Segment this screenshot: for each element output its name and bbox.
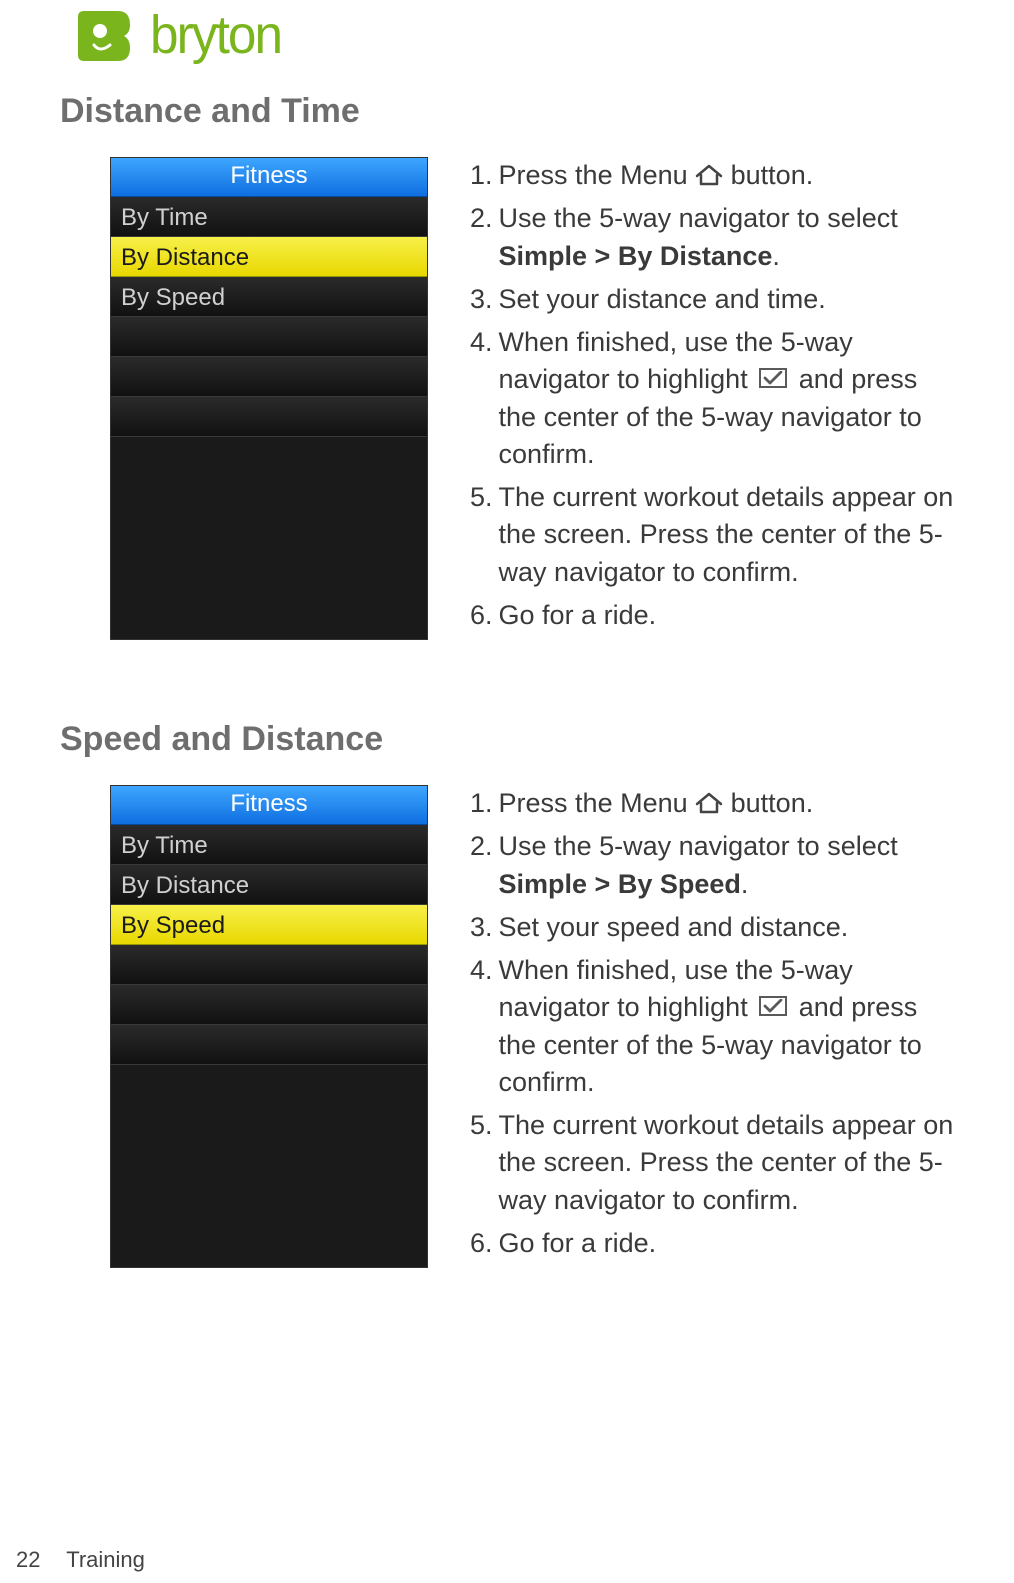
step-text: The current workout details appear on th…	[499, 479, 954, 591]
text-fragment: .	[741, 869, 749, 899]
device-row-by-speed: By Speed	[111, 277, 427, 317]
device-row-empty	[111, 397, 427, 437]
text-fragment: .	[772, 241, 780, 271]
step-text: When finished, use the 5-way navigator t…	[499, 952, 954, 1101]
step-number: 4.	[470, 324, 499, 473]
step-text: Press the Menu button.	[499, 785, 954, 822]
device-row-by-time: By Time	[111, 825, 427, 865]
device-row-empty	[111, 317, 427, 357]
brand-header: bryton	[60, 0, 954, 66]
step-text: Press the Menu button.	[499, 157, 954, 194]
device-row-by-speed-selected: By Speed	[111, 905, 427, 945]
brand-logo-icon	[78, 9, 132, 61]
step-number: 4.	[470, 952, 499, 1101]
brand-wordmark: bryton	[150, 4, 281, 66]
step-text: Go for a ride.	[499, 1225, 954, 1262]
step-text: Set your distance and time.	[499, 281, 954, 318]
step-2: 2. Use the 5-way navigator to select Sim…	[470, 200, 954, 275]
device-row-by-distance: By Distance	[111, 865, 427, 905]
device-screenshot-fitness-distance: Fitness By Time By Distance By Speed	[110, 157, 428, 640]
step-5: 5. The current workout details appear on…	[470, 1107, 954, 1219]
step-text: Use the 5-way navigator to select Simple…	[499, 828, 954, 903]
device-header: Fitness	[111, 158, 427, 197]
step-3: 3. Set your speed and distance.	[470, 909, 954, 946]
step-number: 1.	[470, 157, 499, 194]
confirm-check-icon	[759, 368, 787, 388]
section-body-distance-time: Fitness By Time By Distance By Speed 1. …	[110, 157, 954, 640]
step-number: 2.	[470, 828, 499, 903]
text-fragment: button.	[731, 788, 814, 818]
step-1: 1. Press the Menu button.	[470, 157, 954, 194]
device-row-empty	[111, 985, 427, 1025]
step-text: When finished, use the 5-way navigator t…	[499, 324, 954, 473]
step-number: 2.	[470, 200, 499, 275]
device-row-empty	[111, 945, 427, 985]
section-body-speed-distance: Fitness By Time By Distance By Speed 1. …	[110, 785, 954, 1268]
step-text: Set your speed and distance.	[499, 909, 954, 946]
step-1: 1. Press the Menu button.	[470, 785, 954, 822]
page-footer: 22 Training	[16, 1547, 145, 1573]
step-4: 4. When finished, use the 5-way navigato…	[470, 324, 954, 473]
text-fragment: Use the 5-way navigator to select	[499, 831, 898, 861]
step-5: 5. The current workout details appear on…	[470, 479, 954, 591]
step-6: 6. Go for a ride.	[470, 1225, 954, 1262]
step-number: 6.	[470, 597, 499, 634]
step-2: 2. Use the 5-way navigator to select Sim…	[470, 828, 954, 903]
text-bold-path: Simple > By Distance	[499, 241, 773, 271]
step-text: Use the 5-way navigator to select Simple…	[499, 200, 954, 275]
step-number: 6.	[470, 1225, 499, 1262]
device-row-empty	[111, 1025, 427, 1065]
step-number: 5.	[470, 479, 499, 591]
menu-house-icon	[695, 164, 723, 186]
instruction-steps: 1. Press the Menu button. 2. Use the 5-w…	[470, 157, 954, 640]
step-3: 3. Set your distance and time.	[470, 281, 954, 318]
step-number: 3.	[470, 909, 499, 946]
step-number: 1.	[470, 785, 499, 822]
step-4: 4. When finished, use the 5-way navigato…	[470, 952, 954, 1101]
text-fragment: Press the Menu	[499, 160, 696, 190]
text-fragment: button.	[731, 160, 814, 190]
step-text: The current workout details appear on th…	[499, 1107, 954, 1219]
page-number: 22	[16, 1547, 40, 1572]
step-text: Go for a ride.	[499, 597, 954, 634]
device-header: Fitness	[111, 786, 427, 825]
device-row-by-time: By Time	[111, 197, 427, 237]
menu-house-icon	[695, 792, 723, 814]
text-fragment: Use the 5-way navigator to select	[499, 203, 898, 233]
step-number: 3.	[470, 281, 499, 318]
device-row-empty	[111, 357, 427, 397]
device-row-by-distance-selected: By Distance	[111, 237, 427, 277]
device-screenshot-fitness-speed: Fitness By Time By Distance By Speed	[110, 785, 428, 1268]
step-6: 6. Go for a ride.	[470, 597, 954, 634]
text-bold-path: Simple > By Speed	[499, 869, 741, 899]
section-title-distance-time: Distance and Time	[60, 92, 954, 131]
step-number: 5.	[470, 1107, 499, 1219]
footer-section-label: Training	[66, 1547, 145, 1572]
section-title-speed-distance: Speed and Distance	[60, 720, 954, 759]
text-fragment: Press the Menu	[499, 788, 696, 818]
confirm-check-icon	[759, 996, 787, 1016]
instruction-steps: 1. Press the Menu button. 2. Use the 5-w…	[470, 785, 954, 1268]
